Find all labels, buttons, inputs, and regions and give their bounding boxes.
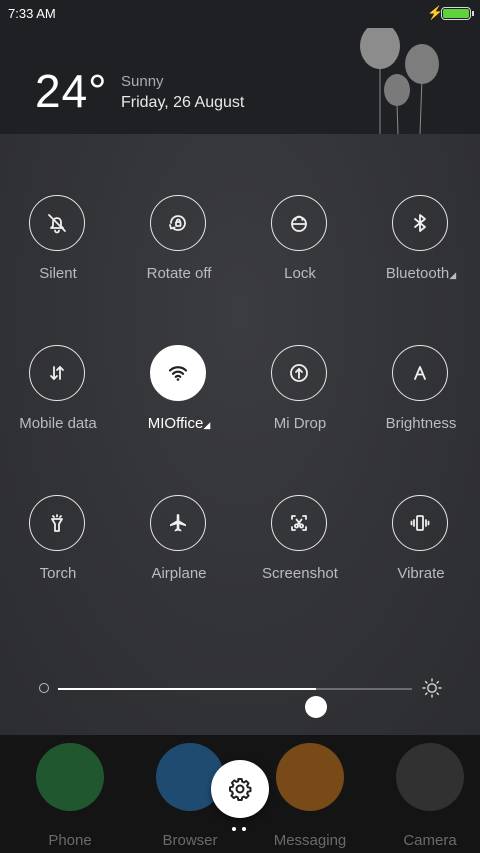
toggle-airplane-label: Airplane xyxy=(119,565,239,582)
toggle-label-text: Mi Drop xyxy=(273,415,327,432)
toggle-screenshot-label: Screenshot xyxy=(240,565,360,582)
toggle-bluetooth-label: Bluetooth◢ xyxy=(361,265,480,282)
toggle-silent-label: Silent xyxy=(0,265,118,282)
toggle-vibrate-button[interactable] xyxy=(392,495,448,551)
phone-icon xyxy=(36,743,104,811)
gear-icon xyxy=(229,778,252,801)
toggle-vibrate-label: Vibrate xyxy=(361,565,480,582)
weather-temperature: 24° xyxy=(35,65,108,117)
status-bar: 7:33 AM ⚡ xyxy=(0,0,480,28)
expand-corner-icon[interactable]: ◢ xyxy=(449,270,456,280)
mi-drop-icon xyxy=(290,364,308,382)
toggle-torch-button[interactable] xyxy=(29,495,85,551)
toggle-lock-button[interactable] xyxy=(271,195,327,251)
brightness-high-icon xyxy=(422,678,442,698)
toggle-lock[interactable]: Lock xyxy=(240,195,360,305)
rotate-lock-icon xyxy=(169,215,186,231)
weather-date: Friday, 26 August xyxy=(121,94,245,111)
toggle-label-text: Airplane xyxy=(151,565,207,582)
toggle-mi-drop-button[interactable] xyxy=(271,345,327,401)
vibrate-icon xyxy=(410,515,430,531)
battery-icon xyxy=(441,7,474,20)
toggle-label-text: Screenshot xyxy=(262,565,338,582)
mobile-data-icon xyxy=(50,366,64,380)
toggle-screenshot-button[interactable] xyxy=(271,495,327,551)
toggle-mioffice-button[interactable] xyxy=(150,345,206,401)
toggle-mioffice-label: MIOffice◢ xyxy=(119,415,239,432)
bell-off-icon xyxy=(48,214,66,234)
balloons-icon xyxy=(360,28,439,134)
screenshot-icon xyxy=(291,515,307,531)
weather-header[interactable]: 24° Sunny Friday, 26 August xyxy=(0,28,480,134)
toggle-brightness[interactable]: Brightness xyxy=(361,345,480,455)
toggle-label-text: Rotate off xyxy=(146,265,212,282)
expand-corner-icon[interactable]: ◢ xyxy=(203,420,210,430)
toggle-lock-label: Lock xyxy=(240,265,360,282)
torch-icon xyxy=(51,514,63,532)
status-time: 7:33 AM xyxy=(8,6,56,21)
toggle-vibrate[interactable]: Vibrate xyxy=(361,495,480,605)
toggle-mobile-data[interactable]: Mobile data xyxy=(0,345,118,455)
toggle-airplane[interactable]: Airplane xyxy=(119,495,239,605)
brightness-track[interactable] xyxy=(58,688,412,718)
dock-app-label: Browser xyxy=(162,832,218,849)
toggle-mi-drop-label: Mi Drop xyxy=(240,415,360,432)
toggle-label-text: Vibrate xyxy=(397,565,445,582)
wifi-icon xyxy=(168,366,188,381)
toggle-torch[interactable]: Torch xyxy=(0,495,118,605)
settings-button[interactable] xyxy=(211,760,269,818)
toggle-silent[interactable]: Silent xyxy=(0,195,118,305)
page-indicator xyxy=(232,827,250,833)
dock-app-label: Camera xyxy=(403,832,457,849)
messaging-icon xyxy=(276,743,344,811)
toggle-label-text: MIOffice xyxy=(147,415,204,432)
toggle-brightness-label: Brightness xyxy=(361,415,480,432)
toggle-rotate-off[interactable]: Rotate off xyxy=(119,195,239,305)
toggle-label-text: Mobile data xyxy=(19,415,97,432)
dock-app-label: Phone xyxy=(48,832,92,849)
camera-icon xyxy=(396,743,464,811)
toggle-label-text: Brightness xyxy=(385,415,457,432)
toggle-screenshot[interactable]: Screenshot xyxy=(240,495,360,605)
weather-condition: Sunny xyxy=(121,73,164,90)
toggle-label-text: Bluetooth xyxy=(385,265,450,282)
toggle-bluetooth[interactable]: Bluetooth◢ xyxy=(361,195,480,305)
toggle-label-text: Lock xyxy=(284,265,316,282)
toggle-mobile-data-button[interactable] xyxy=(29,345,85,401)
toggle-mobile-data-label: Mobile data xyxy=(0,415,118,432)
toggle-mioffice[interactable]: MIOffice◢ xyxy=(119,345,239,455)
bluetooth-icon xyxy=(414,214,426,232)
toggle-airplane-button[interactable] xyxy=(150,495,206,551)
toggle-silent-button[interactable] xyxy=(29,195,85,251)
toggle-brightness-button[interactable] xyxy=(392,345,448,401)
toggle-torch-label: Torch xyxy=(0,565,118,582)
brightness-slider[interactable] xyxy=(0,670,480,718)
brightness-low-icon xyxy=(39,683,49,693)
toggle-rotate-off-button[interactable] xyxy=(150,195,206,251)
toggle-label-text: Silent xyxy=(39,265,77,282)
airplane-icon xyxy=(170,514,186,532)
toggle-mi-drop[interactable]: Mi Drop xyxy=(240,345,360,455)
brightness-auto-icon xyxy=(414,366,426,380)
brightness-fill xyxy=(58,688,317,690)
toggle-label-text: Torch xyxy=(39,565,77,582)
lock-icon xyxy=(291,215,307,232)
toggle-rotate-off-label: Rotate off xyxy=(119,265,239,282)
dock-app-label: Messaging xyxy=(273,832,347,849)
toggle-bluetooth-button[interactable] xyxy=(392,195,448,251)
